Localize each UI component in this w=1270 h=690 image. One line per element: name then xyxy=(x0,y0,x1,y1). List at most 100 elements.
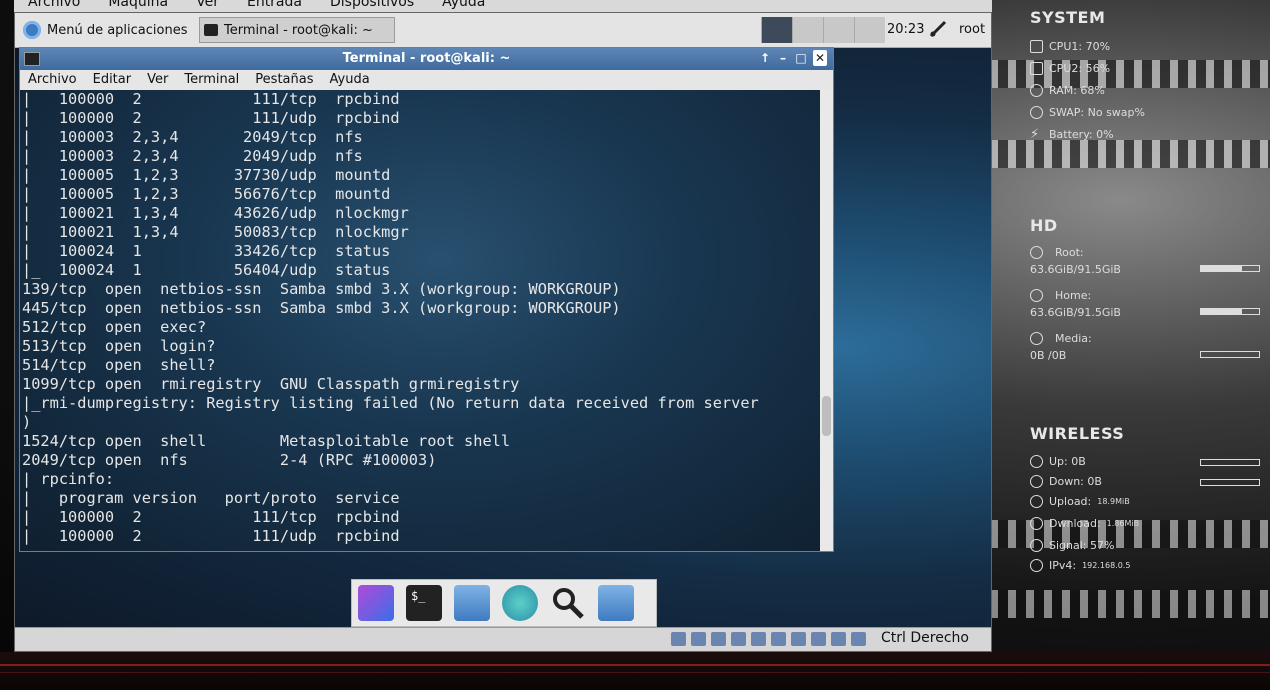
search-icon[interactable] xyxy=(550,585,586,621)
cpu-activity-icon[interactable] xyxy=(831,632,846,646)
cpu-icon xyxy=(1030,62,1043,75)
web-browser-icon[interactable] xyxy=(502,585,538,621)
panel-user[interactable]: root xyxy=(959,22,985,37)
ram-label: RAM: 68% xyxy=(1049,84,1105,97)
applications-menu-button[interactable]: Menú de aplicaciones xyxy=(23,19,188,41)
home-label: Home: xyxy=(1055,289,1092,302)
audio-icon[interactable] xyxy=(731,632,746,646)
guest-top-panel: Menú de aplicaciones Terminal - root@kal… xyxy=(15,13,991,48)
disk-icon[interactable] xyxy=(671,632,686,646)
red-divider xyxy=(0,672,1270,673)
root-disk-icon xyxy=(1030,246,1043,259)
host-menu-entrada[interactable]: Entrada xyxy=(233,0,316,12)
host-menu-ayuda[interactable]: Ayuda xyxy=(428,0,499,12)
signal-label: Signal: 57% xyxy=(1049,539,1115,552)
media-disk-icon xyxy=(1030,332,1043,345)
up-label: Up: 0B xyxy=(1049,455,1086,468)
hd-title: HD xyxy=(1030,216,1058,235)
vm-statusbar: Ctrl Derecho xyxy=(15,627,991,651)
display-icon[interactable] xyxy=(771,632,786,646)
cpu1-label: CPU1: 70% xyxy=(1049,40,1111,53)
host-menu-ver[interactable]: Ver xyxy=(182,0,233,12)
kali-logo-icon xyxy=(23,21,41,39)
host-menu-archivo[interactable]: Archivo xyxy=(14,0,94,12)
swap-label: SWAP: No swap% xyxy=(1049,106,1145,119)
workspace-3[interactable] xyxy=(823,17,854,43)
home-usage-bar xyxy=(1200,308,1260,315)
shared-folder-icon[interactable] xyxy=(751,632,766,646)
optical-drive-icon[interactable] xyxy=(691,632,706,646)
workspace-2[interactable] xyxy=(792,17,823,43)
upload-total-icon xyxy=(1030,495,1043,508)
host-bottom-strip xyxy=(0,652,1270,690)
term-menu-pestanas[interactable]: Pestañas xyxy=(247,70,321,90)
terminal-titlebar[interactable]: Terminal - root@kali: ~ ↑ – □ ✕ xyxy=(20,48,833,70)
usb-icon[interactable] xyxy=(711,632,726,646)
terminal-menubar: Archivo Editar Ver Terminal Pestañas Ayu… xyxy=(20,70,833,90)
upload-value: 18.9MiB xyxy=(1097,497,1130,506)
signal-icon xyxy=(1030,539,1043,552)
home-usage: 63.6GiB/91.5GiB xyxy=(1030,306,1121,319)
media-usage: 0B /0B xyxy=(1030,349,1067,362)
media-label: Media: xyxy=(1055,332,1092,345)
workspace-switcher xyxy=(761,17,885,43)
folder-icon[interactable] xyxy=(598,585,634,621)
minimize-icon[interactable]: – xyxy=(777,50,789,66)
mouse-integration-icon[interactable] xyxy=(851,632,866,646)
taskbar-terminal-button[interactable]: Terminal - root@kali: ~ xyxy=(199,17,395,43)
applications-menu-label: Menú de aplicaciones xyxy=(47,22,188,38)
vm-screen[interactable]: Menú de aplicaciones Terminal - root@kal… xyxy=(14,12,992,652)
upload-arrow-icon xyxy=(1030,455,1043,468)
system-title: SYSTEM xyxy=(1030,8,1106,27)
network-adapter-icon[interactable] xyxy=(791,632,806,646)
down-bar xyxy=(1200,479,1260,486)
media-usage-bar xyxy=(1200,351,1260,358)
host-menu-dispositivos[interactable]: Dispositivos xyxy=(316,0,428,12)
ipv4-value: 192.168.0.5 xyxy=(1082,561,1131,570)
dock: $_ xyxy=(351,579,657,627)
network-icon[interactable] xyxy=(928,19,948,39)
cpu-icon xyxy=(1030,40,1043,53)
close-icon[interactable]: ✕ xyxy=(813,50,827,66)
host-menubar: Archivo Maquina Ver Entrada Dispositivos… xyxy=(14,0,992,12)
host-menu-maquina[interactable]: Maquina xyxy=(94,0,182,12)
terminal-output: | 100000 2 111/tcp rpcbind | 100000 2 11… xyxy=(22,90,759,545)
image-viewer-icon[interactable] xyxy=(358,585,394,621)
terminal-scrollbar[interactable] xyxy=(820,90,833,551)
battery-label: Battery: 0% xyxy=(1049,128,1114,141)
terminal-launcher-icon[interactable]: $_ xyxy=(406,585,442,621)
root-usage-bar xyxy=(1200,265,1260,272)
conky-widget: SYSTEM CPU1: 70% CPU2: 56% RAM: 68% SWAP… xyxy=(1030,0,1270,600)
keep-above-icon[interactable]: ↑ xyxy=(759,50,771,66)
battery-icon: ⚡ xyxy=(1030,127,1040,142)
ipv4-icon xyxy=(1030,559,1043,572)
terminal-icon xyxy=(204,24,218,36)
term-menu-terminal[interactable]: Terminal xyxy=(176,70,247,90)
term-menu-archivo[interactable]: Archivo xyxy=(20,70,85,90)
home-disk-icon xyxy=(1030,289,1043,302)
recording-icon[interactable] xyxy=(811,632,826,646)
file-manager-icon[interactable] xyxy=(454,585,490,621)
up-bar xyxy=(1200,459,1260,466)
panel-clock[interactable]: 20:23 xyxy=(887,22,924,37)
term-menu-editar[interactable]: Editar xyxy=(85,70,140,90)
scrollbar-thumb[interactable] xyxy=(822,396,831,436)
download-value: 1.86MiB xyxy=(1106,519,1140,528)
cpu2-label: CPU2: 56% xyxy=(1049,62,1111,75)
swap-icon xyxy=(1030,106,1043,119)
maximize-icon[interactable]: □ xyxy=(795,50,807,66)
root-label: Root: xyxy=(1055,246,1084,259)
wireless-title: WIRELESS xyxy=(1030,424,1125,443)
host-key-label: Ctrl Derecho xyxy=(881,630,969,646)
terminal-window[interactable]: Terminal - root@kali: ~ ↑ – □ ✕ Archivo … xyxy=(19,47,834,552)
term-menu-ayuda[interactable]: Ayuda xyxy=(322,70,378,90)
root-usage: 63.6GiB/91.5GiB xyxy=(1030,263,1121,276)
download-total-icon xyxy=(1030,517,1043,530)
workspace-1[interactable] xyxy=(761,17,792,43)
workspace-4[interactable] xyxy=(854,17,885,43)
upload-label: Upload: xyxy=(1049,495,1092,508)
terminal-output-area[interactable]: | 100000 2 111/tcp rpcbind | 100000 2 11… xyxy=(20,90,820,551)
terminal-title: Terminal - root@kali: ~ xyxy=(342,51,511,66)
root-usage-fill xyxy=(1201,266,1242,271)
term-menu-ver[interactable]: Ver xyxy=(139,70,176,90)
